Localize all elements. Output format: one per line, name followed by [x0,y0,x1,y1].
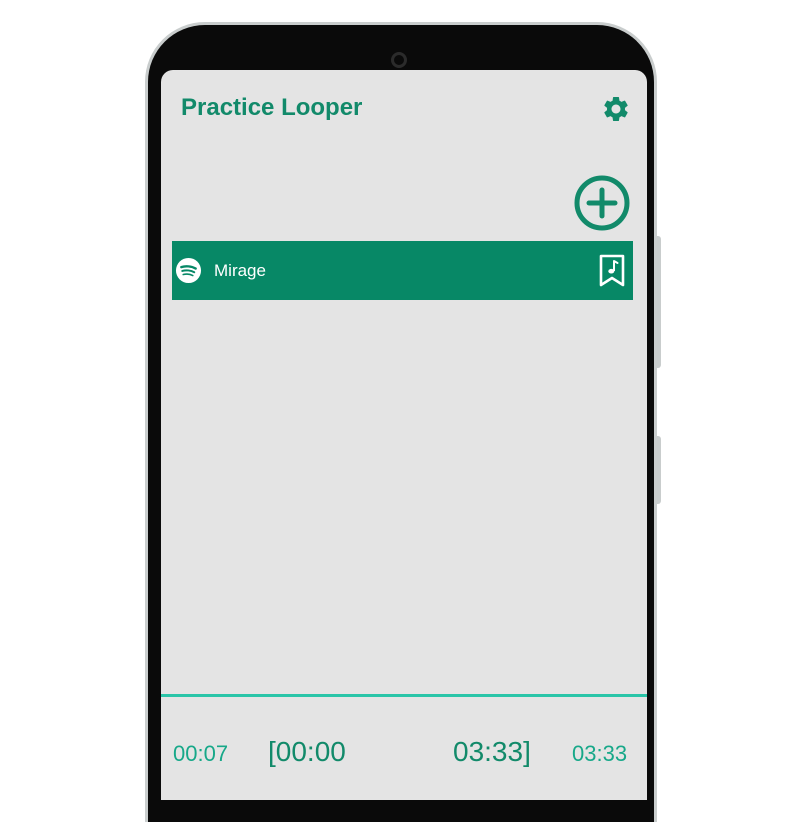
app-screen: Practice Looper Mirage 00:07 [00:00 03:3… [161,70,647,800]
spotify-icon [175,257,202,284]
music-bookmark-icon[interactable] [598,254,626,288]
front-camera [391,52,407,68]
loop-start-marker[interactable]: [00:00 [268,736,346,768]
song-list-item[interactable]: Mirage [172,241,633,300]
timeline-bar[interactable] [161,694,647,697]
add-song-button[interactable] [573,174,631,232]
song-title: Mirage [214,260,266,280]
app-title: Practice Looper [181,94,363,121]
total-time: 03:33 [572,741,628,766]
loop-end-marker[interactable]: 03:33] [453,736,531,768]
current-time: 00:07 [173,741,229,766]
plus-circle-icon [574,175,630,231]
phone-volume-button [656,236,661,368]
gear-icon [604,97,628,121]
settings-button[interactable] [601,94,631,124]
phone-power-button [656,436,661,504]
